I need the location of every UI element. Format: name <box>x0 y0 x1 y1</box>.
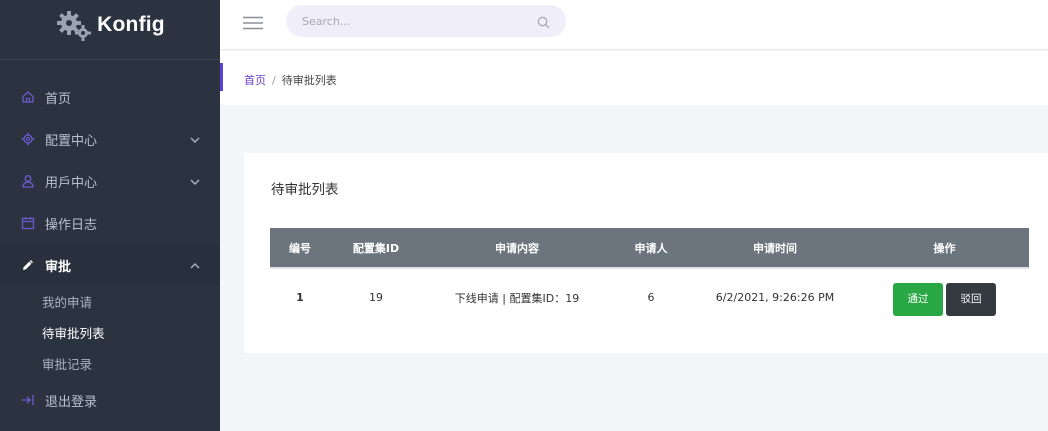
table-header-row: 编号 配置集ID 申请内容 申请人 申请时间 操作 <box>270 228 1029 268</box>
chevron-up-icon <box>190 259 200 274</box>
breadcrumb-accent <box>220 63 223 91</box>
user-icon <box>21 174 35 188</box>
sidebar-subitem-label: 审批记录 <box>42 357 93 372</box>
chevron-down-icon <box>190 175 200 190</box>
calendar-icon <box>21 216 35 230</box>
column-header-content: 申请内容 <box>495 241 539 255</box>
sidebar-subitem-my-requests[interactable]: 我的申请 <box>0 286 220 317</box>
sidebar-item-label: 操作日志 <box>45 217 98 233</box>
sidebar-item-logout[interactable]: 退出登录 <box>0 379 220 421</box>
gears-logo-icon <box>55 8 93 42</box>
hamburger-menu-icon[interactable] <box>243 15 263 30</box>
sidebar-subitem-label: 我的申请 <box>42 295 93 310</box>
cell-applicant: 6 <box>647 291 655 304</box>
home-icon <box>21 90 35 104</box>
sidebar-item-config-center[interactable]: 配置中心 <box>0 118 220 160</box>
cell-content: 下线申请 | 配置集ID：19 <box>454 291 580 305</box>
brand-logo[interactable]: Konfig <box>0 0 220 50</box>
sidebar-subitem-label: 待审批列表 <box>42 326 105 341</box>
pencil-icon <box>21 258 35 272</box>
page-title: 待审批列表 <box>271 182 339 198</box>
sidebar-item-label: 首页 <box>45 91 72 107</box>
cell-actions: 通过 驳回 <box>860 268 1029 326</box>
pending-approval-card: 待审批列表 编号 配置集ID 申请内容 申请人 申请时间 操作 1 19 下线申… <box>244 153 1048 353</box>
reject-button[interactable]: 驳回 <box>946 283 996 316</box>
sidebar-item-approval[interactable]: 审批 <box>0 244 220 286</box>
sidebar-item-label: 审批 <box>45 259 72 275</box>
sidebar-subitem-pending-list[interactable]: 待审批列表 <box>0 317 220 348</box>
top-bar <box>220 0 1048 50</box>
sidebar-item-user-center[interactable]: 用戶中心 <box>0 160 220 202</box>
column-header-actions: 操作 <box>933 241 956 255</box>
breadcrumb-bar: 首页 / 待审批列表 <box>220 51 1048 105</box>
chevron-down-icon <box>190 133 200 148</box>
search-input[interactable] <box>286 5 566 37</box>
breadcrumb-separator: / <box>272 74 276 87</box>
logout-icon <box>21 393 35 407</box>
sidebar-item-label: 退出登录 <box>45 394 98 410</box>
sidebar-item-label: 用戶中心 <box>45 175 98 191</box>
sidebar-divider <box>0 59 220 60</box>
cell-time: 6/2/2021, 9:26:26 PM <box>715 291 835 304</box>
column-header-applicant: 申请人 <box>634 241 668 255</box>
table-row: 1 19 下线申请 | 配置集ID：19 6 6/2/2021, 9:26:26… <box>270 268 1029 326</box>
column-header-time: 申请时间 <box>753 241 797 255</box>
sidebar: Konfig 首页 配置中心 用戶中心 操作日志 审批 我的申请 待审批列表 审… <box>0 0 220 431</box>
search-box <box>286 5 566 37</box>
cell-id: 1 <box>296 291 304 304</box>
approve-button[interactable]: 通过 <box>893 283 943 316</box>
breadcrumb-home-link[interactable]: 首页 <box>244 74 266 87</box>
column-header-id: 编号 <box>289 241 311 255</box>
breadcrumb-current: 待审批列表 <box>281 74 337 87</box>
sidebar-item-label: 配置中心 <box>45 133 98 149</box>
column-header-config-id: 配置集ID <box>352 241 400 255</box>
sidebar-item-operation-log[interactable]: 操作日志 <box>0 202 220 244</box>
sidebar-nav: 首页 配置中心 用戶中心 操作日志 审批 我的申请 待审批列表 审批记录 退出登… <box>0 76 220 421</box>
search-icon[interactable] <box>537 14 550 33</box>
cell-config-id: 19 <box>369 291 383 304</box>
brand-name: Konfig <box>97 13 165 36</box>
gear-icon <box>21 132 35 146</box>
sidebar-subitem-approval-records[interactable]: 审批记录 <box>0 348 220 379</box>
sidebar-item-home[interactable]: 首页 <box>0 76 220 118</box>
breadcrumb: 首页 / 待审批列表 <box>244 72 337 88</box>
pending-approval-table: 编号 配置集ID 申请内容 申请人 申请时间 操作 1 19 下线申请 | 配置… <box>270 228 1029 326</box>
